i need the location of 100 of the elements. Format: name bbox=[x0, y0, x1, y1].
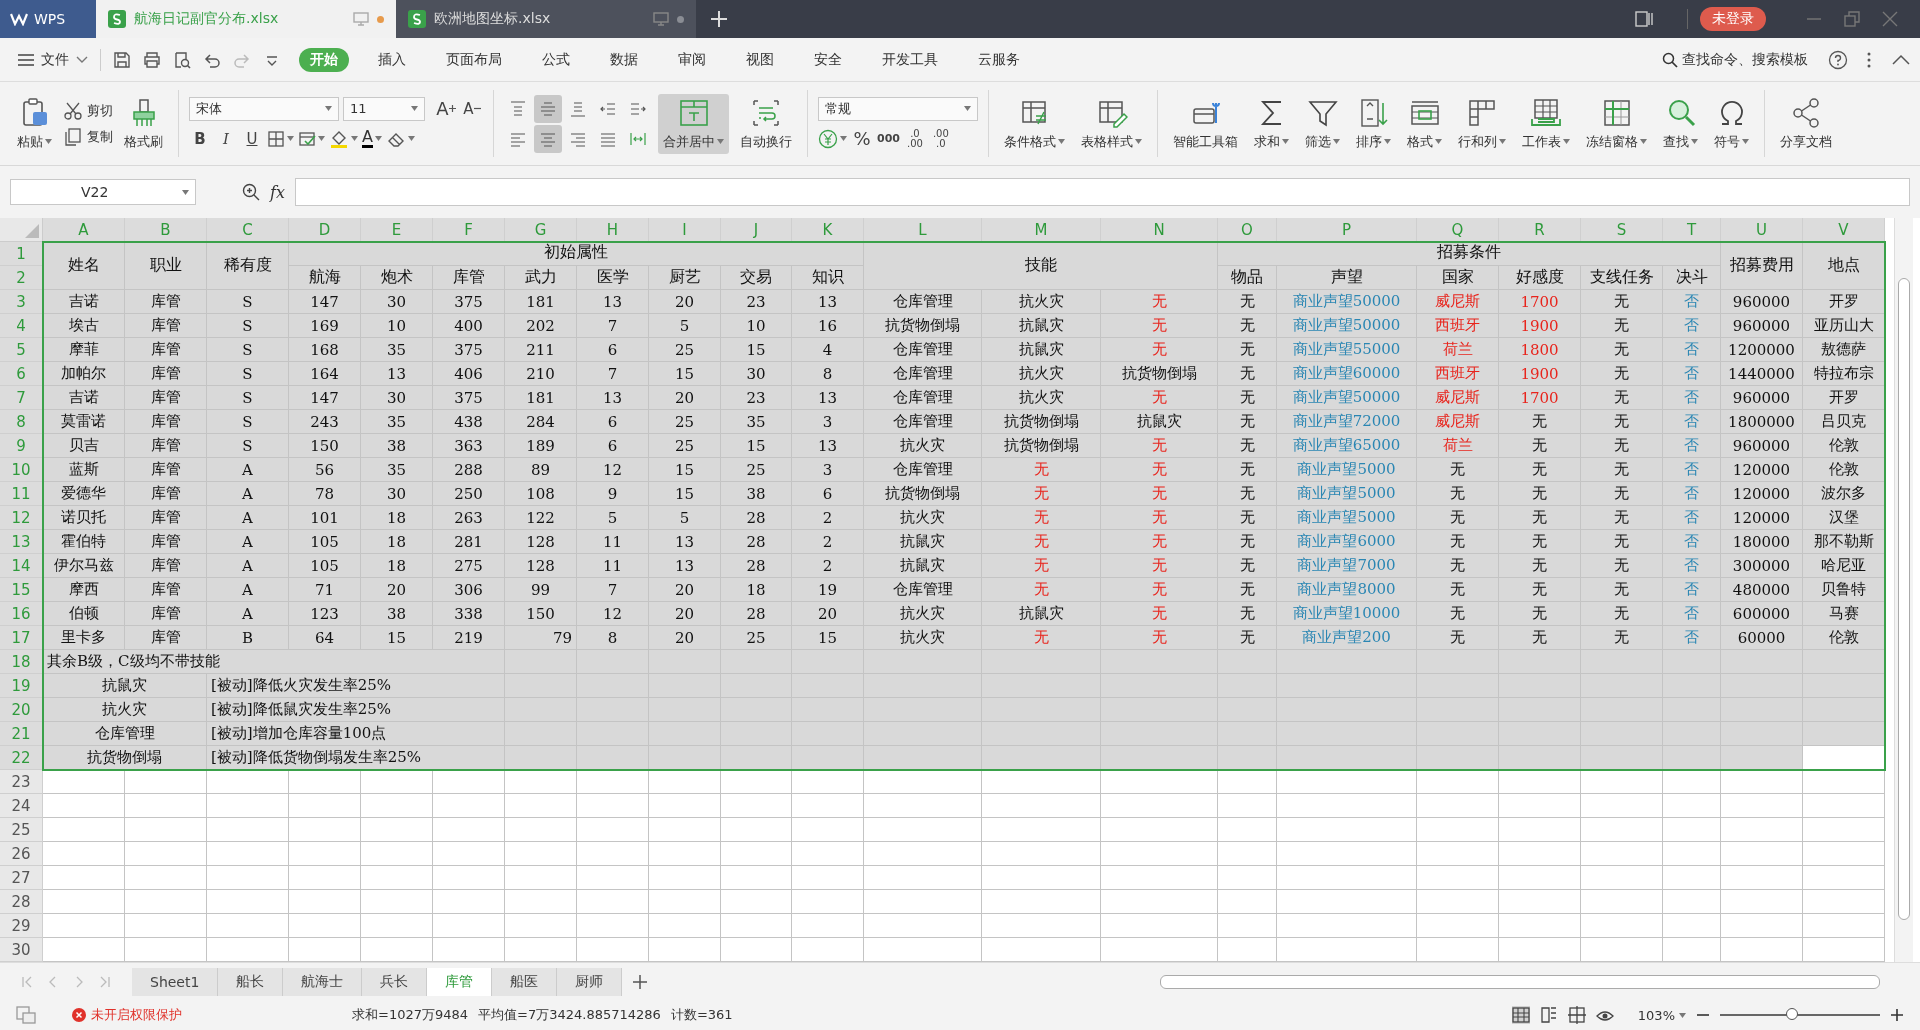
table-cell: 库管 bbox=[125, 530, 207, 554]
table-cell: 3 bbox=[792, 458, 864, 482]
login-button[interactable]: 未登录 bbox=[1700, 7, 1766, 31]
restore-icon[interactable] bbox=[1844, 11, 1860, 27]
align-center-button[interactable] bbox=[534, 124, 562, 153]
row-header[interactable]: 27 bbox=[0, 866, 43, 890]
table-cell: 商业声望8000 bbox=[1277, 578, 1417, 602]
count-text: 计数=361 bbox=[670, 1006, 733, 1024]
page-break-view-icon[interactable] bbox=[1539, 1006, 1558, 1024]
align-middle-button[interactable] bbox=[534, 94, 562, 123]
freeze-panes-button[interactable]: 冻结窗格 bbox=[1581, 93, 1652, 154]
select-all-icon[interactable] bbox=[25, 224, 39, 238]
table-cell: 抗火灾 bbox=[43, 698, 207, 722]
decrease-font-button[interactable]: A bbox=[461, 96, 483, 121]
increase-font-button[interactable]: A bbox=[435, 96, 457, 121]
paste-button[interactable]: 粘贴 bbox=[12, 93, 57, 154]
menu-tab[interactable]: 数据 bbox=[599, 47, 649, 72]
italic-button[interactable]: I bbox=[215, 126, 237, 151]
help-icon[interactable] bbox=[1828, 49, 1848, 70]
symbol-button[interactable]: 符号 bbox=[1709, 93, 1754, 154]
smart-toolbox-button[interactable]: 智能工具箱 bbox=[1168, 93, 1243, 154]
collapse-icon[interactable] bbox=[1892, 53, 1910, 66]
sheet-tab[interactable]: 库管 bbox=[427, 967, 493, 996]
function-button[interactable]: fx bbox=[270, 182, 285, 202]
table-cell: 库管 bbox=[125, 458, 207, 482]
menu-tab[interactable]: 审阅 bbox=[667, 47, 717, 72]
menu-tab[interactable]: 公式 bbox=[531, 47, 581, 72]
share-document-button[interactable]: 分享文档 bbox=[1775, 93, 1837, 154]
font-select[interactable]: 宋体 bbox=[189, 96, 339, 121]
find-button[interactable]: 查找 bbox=[1658, 93, 1703, 154]
menu-tab[interactable]: 页面布局 bbox=[435, 47, 513, 72]
page-layout-view-icon[interactable] bbox=[1567, 1006, 1586, 1024]
protection-status[interactable]: 未开启权限保护 bbox=[72, 1006, 182, 1024]
table-cell: 2 bbox=[792, 530, 864, 554]
panel-icon[interactable] bbox=[1635, 11, 1653, 27]
app-tab[interactable]: WPS bbox=[0, 0, 96, 38]
row-header[interactable]: 23 bbox=[0, 770, 43, 794]
row-header[interactable]: 29 bbox=[0, 914, 43, 938]
thousands-button[interactable]: 000 bbox=[877, 126, 900, 151]
close-icon[interactable] bbox=[1882, 11, 1898, 27]
decrease-decimal-button[interactable]: .00 .0 bbox=[929, 128, 952, 149]
zoom-icon[interactable] bbox=[242, 183, 260, 201]
rows-columns-button[interactable]: 行和列 bbox=[1453, 93, 1511, 154]
zoom-slider-thumb[interactable] bbox=[1786, 1008, 1798, 1020]
sheet-tab[interactable]: 船医 bbox=[492, 967, 558, 996]
sheet-tab[interactable]: 航海士 bbox=[283, 967, 363, 996]
font-size-select[interactable]: 11 bbox=[343, 96, 425, 121]
underline-button[interactable]: U bbox=[241, 126, 263, 151]
zoom-in-icon[interactable] bbox=[1890, 1008, 1904, 1022]
merge-center-button[interactable]: 合并居中 bbox=[658, 93, 729, 154]
wrap-text-button[interactable]: 自动换行 bbox=[735, 93, 797, 154]
document-status-icon[interactable] bbox=[16, 1006, 36, 1024]
table-cell: 医学 bbox=[577, 266, 649, 290]
print-preview-icon[interactable] bbox=[173, 50, 191, 69]
row-header[interactable]: 28 bbox=[0, 890, 43, 914]
increase-decimal-button[interactable]: .0 .00 bbox=[903, 128, 926, 149]
percent-button[interactable]: % bbox=[851, 126, 873, 151]
row-header[interactable]: 24 bbox=[0, 794, 43, 818]
row-header[interactable]: 30 bbox=[0, 938, 43, 962]
search-button[interactable]: 查找命令、搜索模板 bbox=[1662, 50, 1808, 69]
table-cell: 71 bbox=[289, 578, 361, 602]
font-color-button[interactable]: A bbox=[362, 126, 382, 151]
file-menu[interactable]: 文件 bbox=[18, 50, 88, 69]
add-sheet-icon[interactable] bbox=[632, 973, 649, 990]
formula-field[interactable] bbox=[294, 178, 1910, 206]
table-style-button[interactable]: 表格样式 bbox=[1076, 93, 1147, 154]
menu-tab[interactable]: 视图 bbox=[735, 47, 785, 72]
zoom-select[interactable]: 103% bbox=[1637, 1007, 1686, 1023]
sheet-tab[interactable]: 兵长 bbox=[362, 967, 428, 996]
worksheet-button[interactable]: 工作表 bbox=[1517, 93, 1575, 154]
format-painter-button[interactable]: 格式刷 bbox=[119, 93, 168, 154]
bold-button[interactable]: B bbox=[189, 126, 211, 151]
sheet-tab[interactable]: 厨师 bbox=[557, 967, 623, 996]
menu-tab[interactable]: 安全 bbox=[803, 47, 853, 72]
sort-button[interactable]: 排序 bbox=[1351, 93, 1396, 154]
more-icon[interactable] bbox=[1866, 50, 1872, 69]
row-header[interactable]: 25 bbox=[0, 818, 43, 842]
save-icon[interactable] bbox=[113, 50, 131, 69]
first-sheet-icon[interactable] bbox=[20, 974, 34, 989]
menu-tab[interactable]: 开发工具 bbox=[871, 47, 949, 72]
menu-tab[interactable]: 插入 bbox=[367, 47, 417, 72]
sheet-tab[interactable]: 船长 bbox=[218, 967, 284, 996]
filter-button[interactable]: 筛选 bbox=[1300, 93, 1345, 154]
table-cell: 20 bbox=[649, 386, 721, 410]
sum-button[interactable]: 求和 bbox=[1249, 93, 1294, 154]
document-tab[interactable]: 欧洲地图坐标.xlsx bbox=[396, 0, 696, 38]
menu-tab[interactable]: 云服务 bbox=[967, 47, 1031, 72]
last-sheet-icon[interactable] bbox=[98, 974, 112, 989]
number-format-select[interactable]: 常规 bbox=[818, 96, 978, 121]
format-button[interactable]: 格式 bbox=[1402, 93, 1447, 154]
name-box[interactable]: V22 bbox=[10, 179, 196, 205]
normal-view-icon[interactable] bbox=[1511, 1006, 1530, 1024]
horizontal-scrollbar[interactable] bbox=[1160, 974, 1880, 989]
row-header[interactable]: 26 bbox=[0, 842, 43, 866]
printer-icon[interactable] bbox=[143, 50, 161, 69]
sheet-tab[interactable]: Sheet1 bbox=[132, 967, 219, 996]
conditional-format-button[interactable]: 条件格式 bbox=[999, 93, 1070, 154]
copy-button[interactable]: 复制 bbox=[63, 126, 113, 147]
plus-icon[interactable] bbox=[710, 10, 728, 28]
cut-button[interactable]: 剪切 bbox=[63, 100, 113, 121]
